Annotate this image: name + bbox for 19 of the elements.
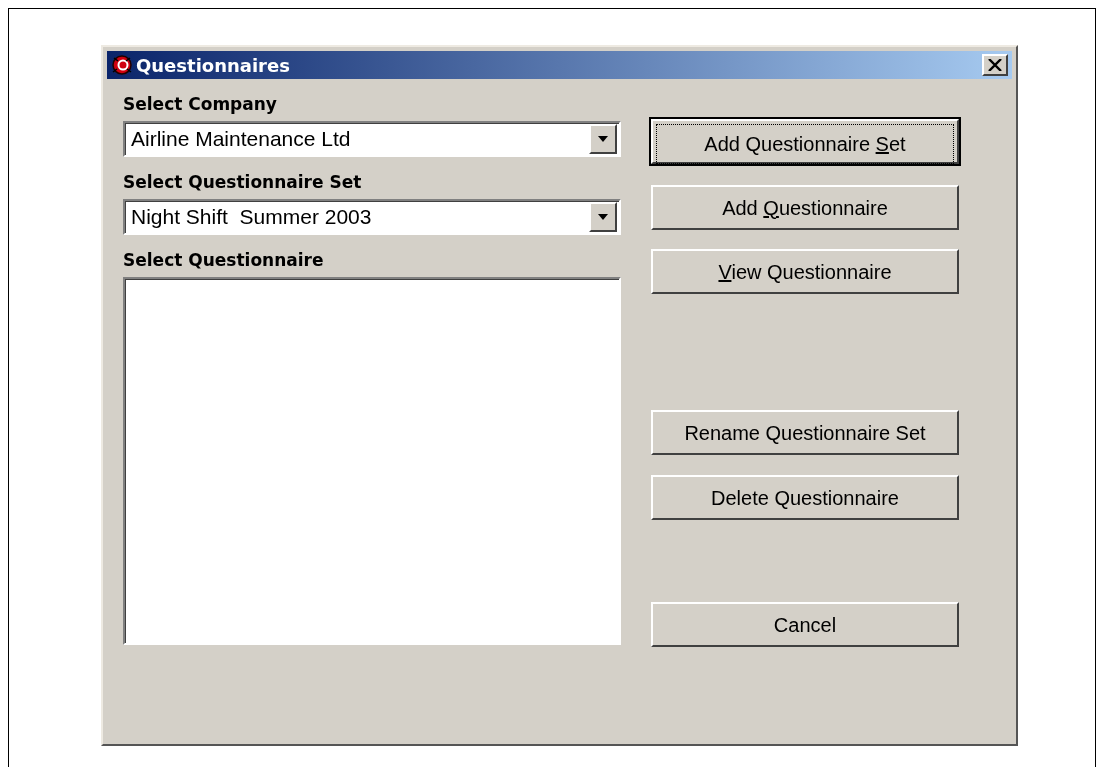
action-button[interactable]: Delete Questionnaire bbox=[651, 475, 959, 520]
action-button[interactable]: Rename Questionnaire Set bbox=[651, 410, 959, 455]
action-button[interactable]: Cancel bbox=[651, 602, 959, 647]
dropdown-field[interactable]: Night Shift Summer 2003 bbox=[123, 199, 621, 235]
field-label: Select Questionnaire bbox=[123, 249, 324, 272]
action-button[interactable]: Add Questionnaire Set bbox=[651, 119, 959, 164]
close-icon bbox=[988, 59, 1002, 71]
dropdown-arrow-button[interactable] bbox=[589, 124, 617, 154]
field-label: Select Company bbox=[123, 93, 277, 116]
caret-icon bbox=[598, 136, 608, 142]
field-label: Select Questionnaire Set bbox=[123, 171, 362, 194]
window-title: Questionnaires bbox=[136, 53, 290, 78]
caret-icon bbox=[598, 214, 608, 220]
app-logo-icon bbox=[111, 54, 133, 76]
dropdown-arrow-button[interactable] bbox=[589, 202, 617, 232]
action-button[interactable]: Add Questionnaire bbox=[651, 185, 959, 230]
close-button[interactable] bbox=[982, 54, 1008, 76]
dropdown-field[interactable]: Airline Maintenance Ltd bbox=[123, 121, 621, 157]
action-button[interactable]: View Questionnaire bbox=[651, 249, 959, 294]
